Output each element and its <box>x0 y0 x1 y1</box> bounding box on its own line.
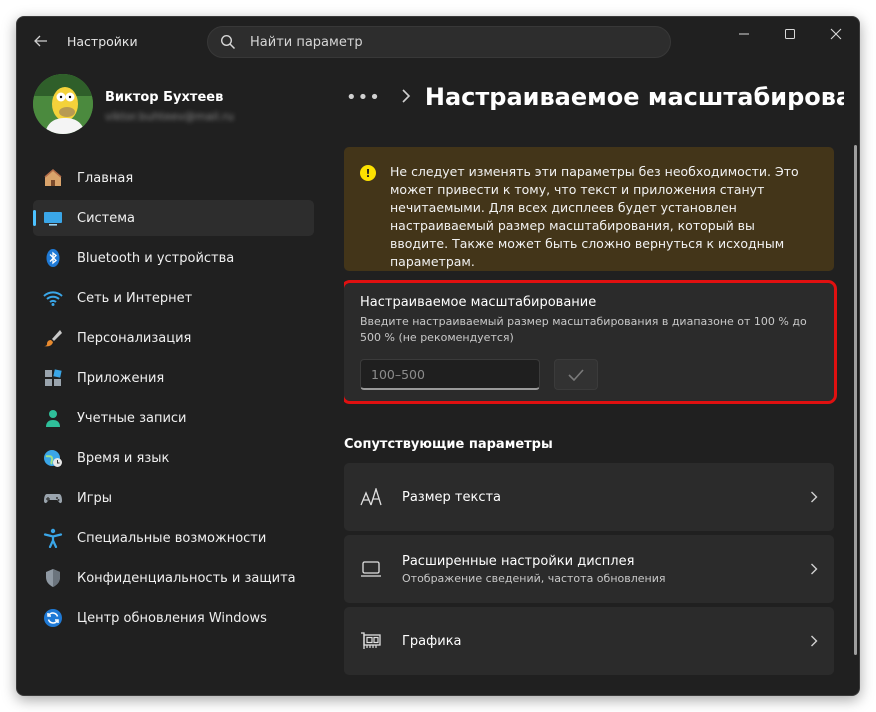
chevron-right-icon <box>794 635 834 647</box>
brush-icon <box>43 328 63 348</box>
home-icon <box>43 168 63 188</box>
page-title: Настраиваемое масштабирован <box>424 83 844 111</box>
custom-scaling-card: Настраиваемое масштабирование Введите на… <box>344 280 837 404</box>
sidebar-item-accounts[interactable]: Учетные записи <box>33 400 314 436</box>
sidebar-item-windows-update[interactable]: Центр обновления Windows <box>33 600 314 636</box>
sidebar-item-label: Приложения <box>77 370 165 386</box>
shield-icon <box>43 568 63 588</box>
gamepad-icon <box>43 488 63 508</box>
sidebar-item-apps[interactable]: Приложения <box>33 360 314 396</box>
back-button[interactable] <box>27 27 55 55</box>
warning-icon: ! <box>360 165 376 181</box>
app-title: Настройки <box>67 34 138 49</box>
sidebar-item-home[interactable]: Главная <box>33 160 314 196</box>
close-icon <box>830 28 842 40</box>
display-icon <box>43 208 63 228</box>
search-icon <box>220 34 236 50</box>
sidebar-item-accessibility[interactable]: Специальные возможности <box>33 520 314 556</box>
user-email: viktor.buhteev@mail.ru <box>105 110 234 123</box>
minimize-button[interactable] <box>721 17 767 51</box>
sidebar-item-bluetooth[interactable]: Bluetooth и устройства <box>33 240 314 276</box>
update-icon <box>43 608 63 628</box>
custom-scaling-description: Введите настраиваемый размер масштабиров… <box>360 315 807 344</box>
bluetooth-icon <box>43 248 63 268</box>
minimize-icon <box>739 33 749 35</box>
title-bar: Настройки <box>17 17 859 65</box>
sidebar-item-label: Специальные возможности <box>77 530 267 546</box>
warning-text: Не следует изменять эти параметры без не… <box>390 164 799 269</box>
sidebar-item-personalization[interactable]: Персонализация <box>33 320 314 356</box>
breadcrumb: ••• Настраиваемое масштабирован <box>344 77 844 117</box>
graphics-card-icon <box>360 630 382 652</box>
breadcrumb-more-button[interactable]: ••• <box>346 87 381 108</box>
sidebar-item-label: Учетные записи <box>77 410 187 426</box>
main-content: ••• Настраиваемое масштабирован ! Не сле… <box>344 65 859 695</box>
arrow-left-icon <box>34 35 47 47</box>
search-input[interactable] <box>248 33 628 51</box>
advanced-display-link[interactable]: Расширенные настройки дисплея Отображени… <box>344 535 834 603</box>
text-size-icon <box>360 486 382 508</box>
warning-infobar: ! Не следует изменять эти параметры без … <box>344 147 834 271</box>
apply-button[interactable] <box>554 359 598 390</box>
related-settings-title: Сопутствующие параметры <box>344 437 553 452</box>
sidebar-item-system[interactable]: Система <box>33 200 314 236</box>
user-name: Виктор Бухтеев <box>105 90 224 105</box>
sidebar-item-label: Bluetooth и устройства <box>77 250 235 266</box>
avatar-image-icon <box>33 74 93 134</box>
sidebar-nav: Главная Система Bluetooth и устройства С… <box>33 160 314 640</box>
maximize-button[interactable] <box>767 17 813 51</box>
link-title: Расширенные настройки дисплея <box>402 553 635 569</box>
avatar <box>33 74 93 134</box>
chevron-right-icon <box>794 491 834 503</box>
sidebar-item-label: Игры <box>77 490 113 506</box>
chevron-right-icon <box>401 88 411 107</box>
sidebar-item-label: Центр обновления Windows <box>77 610 267 626</box>
link-title: Графика <box>402 633 462 649</box>
maximize-icon <box>785 29 795 39</box>
link-title: Размер текста <box>402 489 502 505</box>
checkmark-icon <box>568 368 584 381</box>
settings-window: Настройки Найти параметр Виктор Бухтеев … <box>16 16 860 696</box>
sidebar-item-label: Система <box>77 210 136 226</box>
sidebar-item-label: Сеть и Интернет <box>77 290 193 306</box>
graphics-link[interactable]: Графика <box>344 607 834 675</box>
sidebar-item-label: Конфиденциальность и защита <box>77 570 296 586</box>
accessibility-icon <box>43 528 63 548</box>
person-icon <box>43 408 63 428</box>
chevron-right-icon <box>794 563 834 575</box>
sidebar-item-privacy[interactable]: Конфиденциальность и защита <box>33 560 314 596</box>
sidebar-item-gaming[interactable]: Игры <box>33 480 314 516</box>
apps-icon <box>43 368 63 388</box>
globe-clock-icon <box>43 448 63 468</box>
custom-scaling-input[interactable] <box>360 359 540 390</box>
sidebar-item-label: Главная <box>77 170 134 186</box>
search-box[interactable] <box>207 26 671 58</box>
monitor-icon <box>360 558 382 580</box>
user-profile[interactable]: Виктор Бухтеев viktor.buhteev@mail.ru <box>33 74 333 136</box>
sidebar-item-time-language[interactable]: Время и язык <box>33 440 314 476</box>
sidebar-item-network[interactable]: Сеть и Интернет <box>33 280 314 316</box>
sidebar-item-label: Время и язык <box>77 450 170 466</box>
text-size-link[interactable]: Размер текста <box>344 463 834 531</box>
custom-scaling-title: Настраиваемое масштабирование <box>360 295 597 310</box>
scrollbar[interactable] <box>854 145 857 655</box>
close-button[interactable] <box>813 17 859 51</box>
sidebar-item-label: Персонализация <box>77 330 192 346</box>
link-subtitle: Отображение сведений, частота обновления <box>402 571 666 585</box>
wifi-icon <box>43 288 63 308</box>
